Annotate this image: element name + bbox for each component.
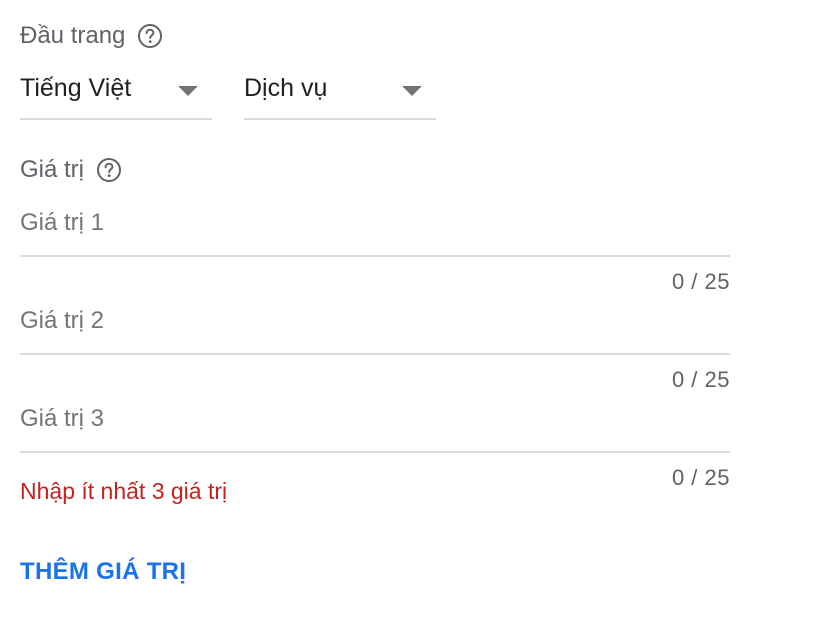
- dropdown-arrow-icon: [178, 86, 198, 96]
- language-dropdown-value: Tiếng Việt: [20, 74, 132, 102]
- value-input-2[interactable]: [20, 299, 730, 343]
- help-circle-icon[interactable]: [137, 23, 163, 49]
- value-field-2: [20, 299, 730, 355]
- value-input-1[interactable]: [20, 201, 730, 245]
- callout-header-editor: Đầu trang Tiếng Việt Dịch vụ Giá trị Giá…: [0, 0, 838, 634]
- value-input-3[interactable]: [20, 397, 730, 441]
- header-section-label: Đầu trang: [20, 21, 163, 51]
- value-counter-3: 0 / 25: [671, 465, 730, 490]
- language-dropdown[interactable]: Tiếng Việt: [20, 68, 212, 120]
- help-circle-icon[interactable]: [96, 157, 122, 183]
- header-label-text: Đầu trang: [20, 22, 126, 49]
- value-field-3: [20, 397, 730, 453]
- value-counter-2: 0 / 25: [671, 367, 730, 392]
- values-section-label: Giá trị: [20, 155, 122, 185]
- value-counter-1: 0 / 25: [671, 269, 730, 294]
- dropdown-arrow-icon: [402, 86, 422, 96]
- error-message: Nhập ít nhất 3 giá trị: [20, 478, 228, 504]
- value-field-1: [20, 201, 730, 257]
- add-value-button[interactable]: THÊM GIÁ TRỊ: [20, 558, 186, 586]
- values-label-text: Giá trị: [20, 156, 85, 183]
- header-type-dropdown-value: Dịch vụ: [244, 74, 328, 102]
- header-type-dropdown[interactable]: Dịch vụ: [244, 68, 436, 120]
